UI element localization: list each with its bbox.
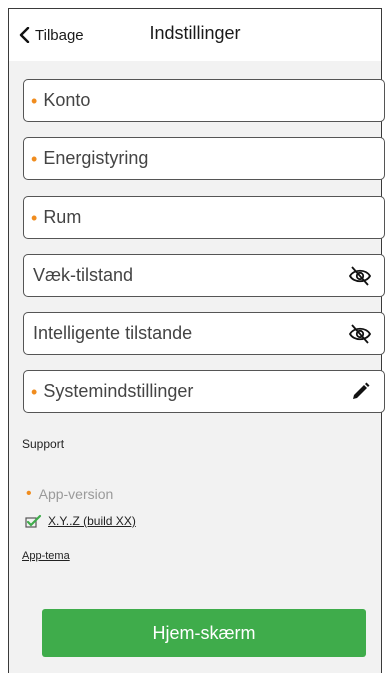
bullet-icon: • [31,207,38,228]
menu-item-label: Rum [43,207,82,227]
menu-item-energistyring[interactable]: • Energistyring [23,137,385,180]
page-title: Indstillinger [149,23,241,43]
menu-item-konto[interactable]: • Konto [23,79,385,122]
checkbox-checked-icon [25,514,42,528]
menu-item-intelligente-tilstande[interactable]: Intelligente tilstande [23,312,385,355]
menu-item-label: Energistyring [43,148,149,168]
pencil-icon[interactable] [348,380,372,404]
menu-item-systemindstillinger[interactable]: • Systemindstillinger [23,370,385,413]
bullet-icon: • [31,148,38,169]
home-screen-button[interactable]: Hjem-skærm [42,609,366,657]
header-bar: Tilbage Indstillinger [9,9,381,61]
build-version-link[interactable]: X.Y..Z (build XX) [25,514,136,528]
app-version-text: App-version [38,486,114,502]
eye-slash-icon[interactable] [348,322,372,346]
build-version-text: X.Y..Z (build XX) [48,514,136,528]
menu-item-label: Systemindstillinger [43,381,194,401]
menu-item-label: Konto [43,90,91,110]
eye-slash-icon[interactable] [348,264,372,288]
app-version-label: • App-version [26,485,113,503]
menu-item-label: Intelligente tilstande [33,323,193,343]
menu-item-vaek-tilstand[interactable]: Væk-tilstand [23,254,385,297]
bullet-icon: • [31,90,38,111]
menu-item-label: Væk-tilstand [33,265,134,285]
app-frame: Tilbage Indstillinger • Konto • Energist… [8,8,385,673]
menu-item-rum[interactable]: • Rum [23,196,385,239]
support-link[interactable]: Support [22,437,64,451]
bullet-icon: • [26,485,32,502]
bullet-icon: • [31,381,38,402]
app-theme-link[interactable]: App-tema [22,550,70,562]
